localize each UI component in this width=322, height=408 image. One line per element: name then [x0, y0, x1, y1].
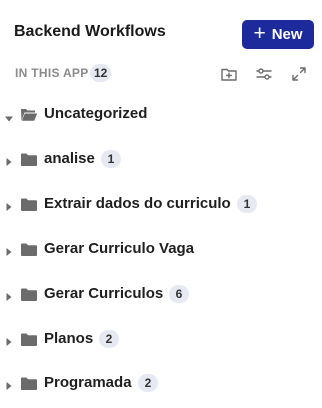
caret-right-icon[interactable] — [5, 289, 13, 301]
workflow-count-badge: 12 — [90, 64, 112, 82]
folder-row[interactable]: Planos 2 — [0, 317, 322, 362]
folder-icon — [20, 242, 38, 257]
folder-icon — [20, 332, 38, 347]
folder-name: Gerar Curriculo Vaga — [44, 240, 195, 257]
folder-icon — [20, 287, 38, 302]
in-this-app-label: IN THIS APP — [15, 66, 89, 80]
filter-sliders-icon[interactable] — [255, 65, 273, 83]
expand-icon[interactable] — [290, 65, 308, 83]
caret-down-icon[interactable] — [4, 110, 13, 122]
folder-row[interactable]: analise 1 — [0, 137, 322, 182]
add-folder-icon[interactable] — [220, 65, 238, 83]
folder-count-badge: 6 — [169, 285, 189, 303]
panel-header: Backend Workflows + New — [0, 0, 322, 62]
caret-right-icon[interactable] — [5, 244, 13, 256]
folder-name: Planos — [44, 330, 94, 347]
folder-row[interactable]: Gerar Curriculos 6 — [0, 272, 322, 317]
folder-count-badge: 1 — [237, 195, 257, 213]
folder-open-icon — [20, 107, 38, 122]
folder-row[interactable]: Programada 2 — [0, 361, 322, 406]
folder-row[interactable]: Uncategorized — [0, 92, 322, 137]
caret-right-icon[interactable] — [5, 378, 13, 390]
folder-row[interactable]: Extrair dados do curriculo 1 — [0, 182, 322, 227]
folder-count-badge: 1 — [101, 150, 121, 168]
folder-name: analise — [44, 150, 95, 167]
folder-icon — [20, 376, 38, 391]
folder-name: Programada — [44, 374, 132, 391]
plus-icon: + — [253, 22, 266, 45]
folder-name: Extrair dados do curriculo — [44, 195, 231, 212]
new-button-label: New — [271, 26, 303, 43]
folder-icon — [20, 152, 38, 167]
caret-right-icon[interactable] — [5, 199, 13, 211]
caret-right-icon[interactable] — [5, 154, 13, 166]
folder-count-badge: 2 — [99, 330, 119, 348]
folder-icon — [20, 197, 38, 212]
folder-row[interactable]: Gerar Curriculo Vaga — [0, 227, 322, 272]
folder-count-badge: 2 — [138, 374, 158, 392]
folder-name: Uncategorized — [44, 105, 148, 122]
caret-right-icon[interactable] — [5, 334, 13, 346]
folder-name: Gerar Curriculos — [44, 285, 164, 302]
new-workflow-button[interactable]: + New — [242, 20, 314, 49]
panel-title: Backend Workflows — [14, 23, 166, 40]
